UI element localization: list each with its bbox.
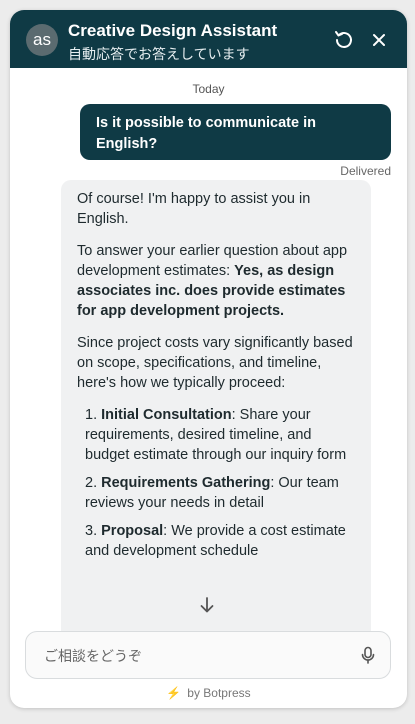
date-separator: Today xyxy=(192,82,225,96)
chat-subtitle: 自動応答でお答えしています xyxy=(68,46,250,62)
bot-paragraph-3: Since project costs vary significantly b… xyxy=(77,335,353,391)
list-item: 1. Initial Consultation: Share your requ… xyxy=(85,405,355,465)
scroll-to-bottom-button[interactable] xyxy=(195,593,219,617)
message-list[interactable]: Today Is it possible to communicate in E… xyxy=(10,68,407,633)
delivery-status: Delivered xyxy=(340,164,391,178)
bot-paragraph-2: To answer your earlier question about ap… xyxy=(77,241,355,321)
voice-input-button[interactable] xyxy=(358,645,378,665)
chat-header: as Creative Design Assistant 自動応答でお答えしてい… xyxy=(10,10,407,68)
step-number: 2. xyxy=(85,475,102,491)
close-button[interactable] xyxy=(367,28,391,52)
arrow-down-icon xyxy=(200,597,214,613)
chat-title: Creative Design Assistant xyxy=(68,21,278,40)
step-number: 3. xyxy=(85,523,102,539)
bolt-icon: ⚡ xyxy=(166,686,182,700)
chat-widget: as Creative Design Assistant 自動応答でお答えしてい… xyxy=(10,10,407,708)
bot-message: Of course! I'm happy to assist you in En… xyxy=(61,180,371,633)
refresh-icon xyxy=(335,31,352,48)
list-item: 2. Requirements Gathering: Our team revi… xyxy=(85,473,355,513)
step-number: 1. xyxy=(85,407,102,423)
avatar: as xyxy=(26,24,58,56)
bot-paragraph-1: Of course! I'm happy to assist you in En… xyxy=(77,191,311,227)
list-item: 3. Proposal: We provide a cost estimate … xyxy=(85,521,355,561)
close-icon xyxy=(373,34,385,46)
restart-conversation-button[interactable] xyxy=(332,28,356,52)
step-title: Initial Consultation xyxy=(101,407,232,423)
step-title: Requirements Gathering xyxy=(101,475,271,491)
powered-by-footer[interactable]: ⚡ by Botpress xyxy=(10,686,407,700)
step-title: Proposal xyxy=(101,523,164,539)
user-message: Is it possible to communicate in English… xyxy=(80,104,391,160)
footer-text: by Botpress xyxy=(187,686,251,700)
message-input[interactable] xyxy=(42,645,346,667)
microphone-icon xyxy=(361,646,375,664)
message-composer xyxy=(25,631,391,679)
